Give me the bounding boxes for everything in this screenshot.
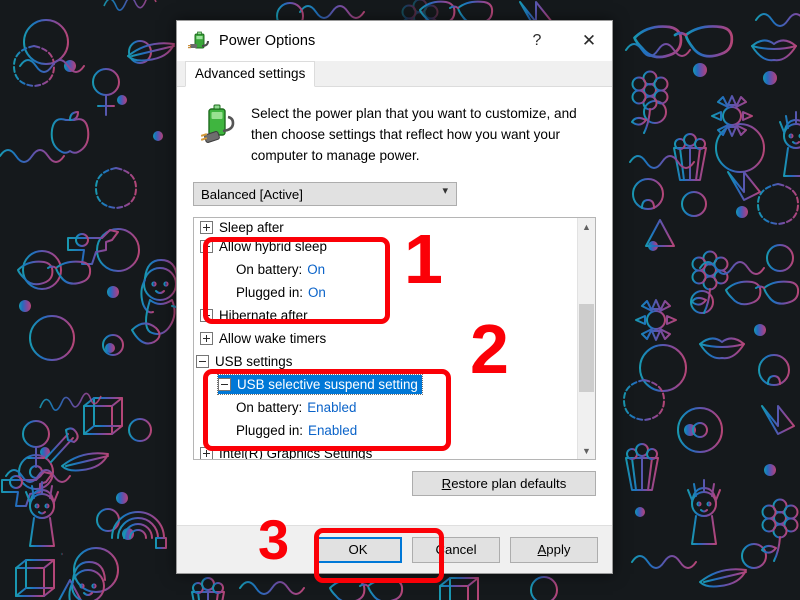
- scrollbar-thumb[interactable]: [579, 304, 594, 392]
- apply-label: pply: [546, 542, 571, 557]
- chevron-down-icon[interactable]: ▼: [578, 442, 595, 459]
- cancel-button[interactable]: Cancel: [412, 536, 500, 563]
- power-options-dialog: Power Options ? ✕ Advanced settings Sele…: [176, 20, 613, 574]
- vertical-scrollbar[interactable]: ▲ ▼: [577, 218, 595, 459]
- battery-plug-icon: [200, 103, 239, 147]
- expander-minus-icon[interactable]: [200, 240, 213, 253]
- window-title: Power Options: [219, 33, 316, 49]
- intro-text: Select the power plan that you want to c…: [251, 106, 577, 163]
- tree-item-usb-settings[interactable]: USB settings: [194, 350, 577, 373]
- tree-item-hybrid-on-battery[interactable]: On battery: On: [194, 258, 577, 281]
- tree-item-intel-graphics[interactable]: Intel(R) Graphics Settings: [194, 442, 577, 459]
- tree-item-label: USB settings: [215, 354, 293, 369]
- ok-button[interactable]: OK: [314, 536, 402, 563]
- tree-item-label: Allow hybrid sleep: [219, 239, 327, 254]
- tree-item-usb-plugged-in[interactable]: Plugged in: Enabled: [194, 419, 577, 442]
- expander-minus-icon[interactable]: [218, 378, 231, 391]
- dialog-footer: OK Cancel Apply: [177, 525, 612, 573]
- settings-tree: Sleep after Allow hybrid sleep On batter…: [194, 218, 577, 459]
- tree-item-allow-wake-timers[interactable]: Allow wake timers: [194, 327, 577, 350]
- tree-item-allow-hybrid-sleep[interactable]: Allow hybrid sleep: [194, 235, 577, 258]
- tree-item-value[interactable]: On: [308, 281, 326, 304]
- tree-item-label: On battery:: [236, 400, 303, 415]
- dialog-body: Select the power plan that you want to c…: [177, 87, 612, 525]
- power-plan-select[interactable]: Balanced [Active] ▾: [193, 182, 457, 206]
- restore-row: Restore plan defaults: [193, 471, 596, 496]
- tree-item-hybrid-plugged-in[interactable]: Plugged in: On: [194, 281, 577, 304]
- tree-item-value[interactable]: Enabled: [307, 396, 356, 419]
- tree-item-label: Plugged in:: [236, 423, 304, 438]
- tree-item-value[interactable]: On: [307, 258, 325, 281]
- tab-advanced-settings[interactable]: Advanced settings: [185, 61, 316, 87]
- tree-item-label: Plugged in:: [236, 285, 304, 300]
- apply-accel: A: [537, 542, 547, 557]
- tree-item-value[interactable]: Enabled: [308, 419, 357, 442]
- intro-block: Select the power plan that you want to c…: [193, 103, 596, 166]
- tree-item-usb-selective-suspend[interactable]: USB selective suspend setting: [194, 373, 577, 396]
- tree-item-sleep-after[interactable]: Sleep after: [194, 220, 577, 235]
- tree-item-hibernate-after[interactable]: Hibernate after: [194, 304, 577, 327]
- power-plan-icon: [188, 30, 210, 52]
- restore-plan-defaults-button[interactable]: Restore plan defaults: [412, 471, 596, 496]
- expander-plus-icon[interactable]: [200, 332, 213, 345]
- tree-item-label: Intel(R) Graphics Settings: [219, 446, 373, 459]
- chevron-down-icon: ▾: [442, 185, 448, 197]
- tree-item-label: On battery:: [236, 262, 303, 277]
- restore-label: estore plan defaults: [451, 476, 567, 491]
- tree-item-label: Allow wake timers: [219, 331, 327, 346]
- expander-plus-icon[interactable]: [200, 221, 213, 234]
- advanced-settings-list[interactable]: Sleep after Allow hybrid sleep On batter…: [193, 217, 596, 460]
- apply-button[interactable]: Apply: [510, 536, 598, 563]
- restore-accel: R: [441, 476, 452, 491]
- tree-item-label: USB selective suspend setting: [237, 377, 418, 392]
- tree-item-usb-on-battery[interactable]: On battery: Enabled: [194, 396, 577, 419]
- title-bar: Power Options ? ✕: [177, 21, 612, 61]
- power-plan-value: Balanced [Active]: [201, 186, 303, 202]
- close-icon[interactable]: ✕: [566, 21, 612, 61]
- tree-item-label: Sleep after: [219, 220, 284, 235]
- chevron-up-icon[interactable]: ▲: [578, 218, 595, 235]
- expander-minus-icon[interactable]: [196, 355, 209, 368]
- selected-item[interactable]: USB selective suspend setting: [217, 374, 423, 395]
- tab-strip: Advanced settings: [177, 61, 612, 87]
- expander-plus-icon[interactable]: [200, 309, 213, 322]
- tree-item-label: Hibernate after: [219, 308, 308, 323]
- expander-plus-icon[interactable]: [200, 447, 213, 459]
- help-button[interactable]: ?: [514, 21, 560, 61]
